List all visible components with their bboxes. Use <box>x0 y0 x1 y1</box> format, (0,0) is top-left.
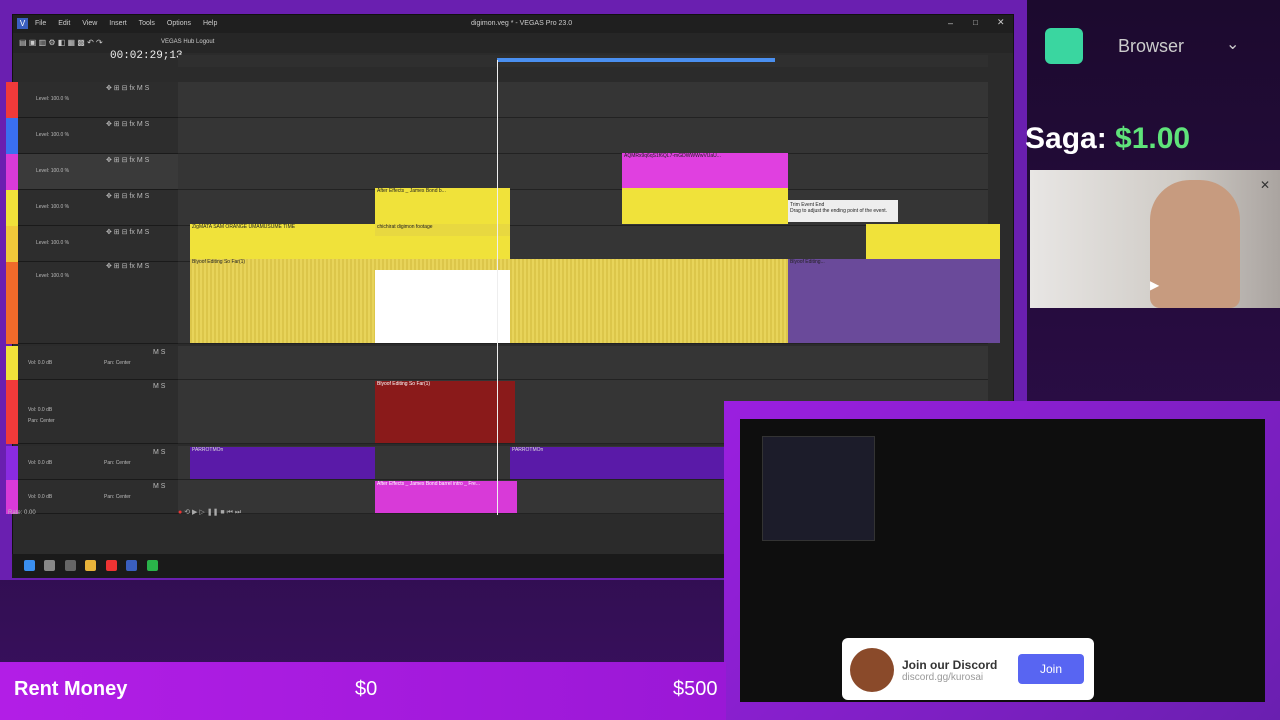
close-icon[interactable]: ✕ <box>997 17 1005 28</box>
browser-widget-header: Browser ⌄ <box>1040 26 1280 66</box>
prev-icon[interactable]: ⏮ <box>227 509 233 516</box>
clip-yellow-2[interactable] <box>622 188 788 224</box>
streamer-figure <box>1150 180 1240 308</box>
audio-header-3[interactable]: Vol: 0.0 dB Pan: Center M S <box>6 446 178 480</box>
menu-options[interactable]: Options <box>167 20 191 27</box>
clip-yellow-3[interactable] <box>866 224 1000 260</box>
clip-digimon[interactable]: chichirat digimon footage <box>375 224 510 236</box>
menu-edit[interactable]: Edit <box>58 20 70 27</box>
menu-view[interactable]: View <box>82 20 97 27</box>
audio-header-2[interactable]: Vol: 0.0 dB Pan: Center M S <box>6 380 178 444</box>
spotify-icon[interactable] <box>146 560 158 571</box>
vegas-taskbar-icon[interactable] <box>126 560 138 571</box>
track-color-5 <box>6 226 18 262</box>
discord-card: Join our Discord discord.gg/kurosai Join <box>842 638 1094 700</box>
audio-color-3 <box>6 446 18 480</box>
discord-title: Join our Discord <box>902 658 998 672</box>
minimize-icon[interactable]: – <box>948 18 953 28</box>
app-icon[interactable] <box>105 560 117 571</box>
track-color-4 <box>6 190 18 226</box>
discord-link[interactable]: discord.gg/kurosai <box>902 672 983 683</box>
menu-tools[interactable]: Tools <box>139 20 155 27</box>
playhead[interactable] <box>497 60 498 515</box>
clip-magenta[interactable]: AQMRx9q6qS1f6QL7-mGDWWWwVUaU... <box>622 153 788 189</box>
saga-goal: Saga: $1.00 <box>1025 122 1191 155</box>
search-icon[interactable] <box>44 560 56 571</box>
audio-clip-parrot-2[interactable]: PARROTMOn <box>510 447 724 479</box>
rent-current: $0 <box>355 678 378 700</box>
track-color-1 <box>6 82 18 118</box>
play-icon[interactable]: ▶ <box>1150 278 1159 292</box>
track-color-2 <box>6 118 18 154</box>
audio-header-1[interactable]: Vol: 0.0 dB Pan: Center M S <box>6 346 178 380</box>
transport-controls[interactable]: ● ⟲ ▶ ▷ ❚❚ ■ ⏮ ⏭ <box>178 508 698 522</box>
vegas-logo-icon: V <box>17 18 28 29</box>
track-controls[interactable]: ✥ ⊞ ⊟ fx M S <box>106 120 149 128</box>
track-header-3[interactable]: Level: 100.0 % ✥ ⊞ ⊟ fx M S <box>6 154 178 190</box>
audio-color-4 <box>6 480 18 514</box>
avatar <box>850 648 894 692</box>
window-title: digimon.veg * - VEGAS Pro 23.0 <box>471 20 573 27</box>
task-manager-window <box>762 436 875 541</box>
start-icon[interactable] <box>24 560 35 571</box>
track-controls[interactable]: ✥ ⊞ ⊟ fx M S <box>106 228 149 236</box>
track-header-2[interactable]: Level: 100.0 % ✥ ⊞ ⊟ fx M S <box>6 118 178 154</box>
toolbar-icons[interactable]: ▤ ▣ ▥ ⚙ ◧ ▦ ▩ ↶ ↷ <box>19 38 103 47</box>
menu-help[interactable]: Help <box>203 20 217 27</box>
audio-clip-parrot-1[interactable]: PARROTMOn <box>190 447 375 479</box>
audio-color-2 <box>6 380 18 444</box>
clip-editing[interactable]: Blyoof Editing... <box>788 259 1000 343</box>
track-header-4[interactable]: Level: 100.0 % ✥ ⊞ ⊟ fx M S <box>6 190 178 226</box>
loop-region[interactable] <box>497 58 775 62</box>
menu-bar: File Edit View Insert Tools Options Help <box>35 20 227 27</box>
chevron-down-icon[interactable]: ⌄ <box>1226 34 1239 54</box>
track-header-6[interactable]: Level: 100.0 % ✥ ⊞ ⊟ fx M S <box>6 262 178 344</box>
tooltip: Trim Event End Drag to adjust the ending… <box>788 200 898 222</box>
rate-label: Rate: 0.00 <box>8 510 36 516</box>
menu-insert[interactable]: Insert <box>109 20 127 27</box>
play-from-start-icon[interactable]: ▷ <box>199 509 204 516</box>
browser-source-icon <box>1045 28 1083 64</box>
maximize-icon[interactable]: □ <box>973 18 978 27</box>
track-controls[interactable]: ✥ ⊞ ⊟ fx M S <box>106 262 149 270</box>
menu-file[interactable]: File <box>35 20 46 27</box>
browser-label: Browser <box>1118 36 1185 56</box>
join-button[interactable]: Join <box>1018 654 1084 684</box>
track-header-1[interactable]: Level: 100.0 % ✥ ⊞ ⊟ fx M S <box>6 82 178 118</box>
clip-thumbnail-anime <box>375 270 510 343</box>
next-icon[interactable]: ⏭ <box>235 509 241 516</box>
stop-icon[interactable]: ■ <box>220 509 224 516</box>
lane-1[interactable] <box>178 82 988 118</box>
pause-icon[interactable]: ❚❚ <box>207 509 219 516</box>
track-color-3 <box>6 154 18 190</box>
loop-icon[interactable]: ⟲ <box>184 509 190 516</box>
rent-label: Rent Money <box>14 678 128 700</box>
track-controls[interactable]: ✥ ⊞ ⊟ fx M S <box>106 84 149 92</box>
close-icon[interactable]: ✕ <box>1260 178 1270 192</box>
webcam-feed: ✕ ▶ <box>1030 170 1280 308</box>
audio-lane-1[interactable] <box>178 346 988 380</box>
audio-header-4[interactable]: Vol: 0.0 dB Pan: Center M S <box>6 480 178 514</box>
folder-icon[interactable] <box>85 560 97 571</box>
task-view-icon[interactable] <box>64 560 76 571</box>
clip-bond[interactable]: After Effects _ James Bond b... <box>375 188 510 224</box>
title-bar: V File Edit View Insert Tools Options He… <box>13 15 1013 33</box>
lane-3[interactable] <box>178 154 988 190</box>
timecode-display[interactable]: 00:02:29;13 <box>110 50 183 62</box>
track-color-6 <box>6 262 18 344</box>
audio-color-1 <box>6 346 18 380</box>
lane-2[interactable] <box>178 118 988 154</box>
hub-link[interactable]: VEGAS Hub Logout <box>161 39 214 45</box>
track-controls[interactable]: ✥ ⊞ ⊟ fx M S <box>106 192 149 200</box>
track-header-5[interactable]: Level: 100.0 % ✥ ⊞ ⊟ fx M S <box>6 226 178 262</box>
track-controls[interactable]: ✥ ⊞ ⊟ fx M S <box>106 156 149 164</box>
rent-goal-bar: Rent Money $0 $500 <box>0 662 726 720</box>
play-icon[interactable]: ▶ <box>192 509 197 516</box>
rent-goal: $500 <box>673 678 718 700</box>
audio-clip-red[interactable]: Blyoof Editing So Far(1) <box>375 381 515 443</box>
record-icon[interactable]: ● <box>178 509 182 516</box>
